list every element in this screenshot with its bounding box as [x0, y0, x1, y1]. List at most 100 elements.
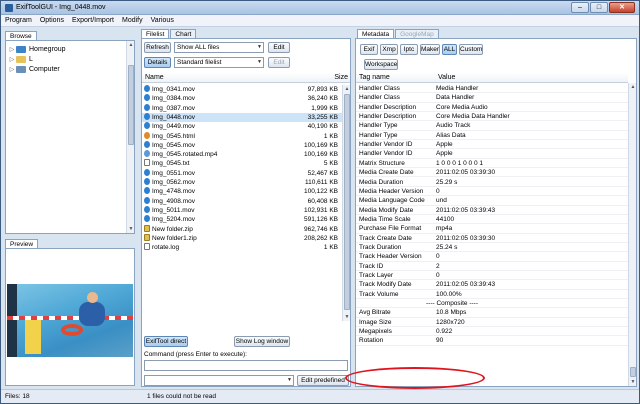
tree-item-computer[interactable]: ▷ Computer: [8, 64, 60, 74]
metadata-row[interactable]: Media Time Scale 44100: [356, 215, 628, 225]
metadata-row[interactable]: Handler Description Core Media Audio: [356, 103, 628, 113]
file-row[interactable]: Img_5011.mov 102,931 KB: [142, 205, 342, 215]
metadata-row[interactable]: Track Layer 0: [356, 271, 628, 281]
metadata-row[interactable]: Megapixels 0.922: [356, 327, 628, 337]
metadata-row[interactable]: Handler Class Media Handler: [356, 84, 628, 94]
metadata-row[interactable]: Handler Vendor ID Apple: [356, 140, 628, 150]
metadata-row[interactable]: Handler Description Core Media Data Handl…: [356, 112, 628, 122]
metadata-row[interactable]: Media Language Code und: [356, 196, 628, 206]
file-row[interactable]: Img_4908.mov 60,408 KB: [142, 196, 342, 206]
metadata-row[interactable]: Media Header Version 0: [356, 187, 628, 197]
filelist-scrollbar[interactable]: ▲ ▼: [342, 85, 350, 321]
metadata-iptc-button[interactable]: Iptc: [400, 44, 418, 55]
metadata-xmp-button[interactable]: Xmp: [380, 44, 398, 55]
file-row[interactable]: rotate.log 1 KB: [142, 243, 342, 252]
file-row[interactable]: Img_0545.mov 100,169 KB: [142, 140, 342, 150]
scroll-thumb[interactable]: [630, 367, 636, 377]
metadata-row[interactable]: Media Modify Date 2011:02:05 03:39:43: [356, 206, 628, 215]
expand-icon[interactable]: ▷: [8, 56, 16, 63]
metadata-scrollbar[interactable]: ▲ ▼: [628, 83, 636, 386]
metadata-row[interactable]: Track Create Date 2011:02:05 03:39:30: [356, 234, 628, 243]
scroll-up-icon[interactable]: ▲: [343, 85, 351, 93]
tree-item-homegroup[interactable]: ▷ Homegroup: [8, 44, 66, 54]
metadata-exif-button[interactable]: Exif: [360, 44, 378, 55]
scroll-down-icon[interactable]: ▼: [343, 313, 351, 321]
metadata-row[interactable]: Handler Type Alias Data: [356, 131, 628, 141]
file-row[interactable]: Img_0449.mov 40,190 KB: [142, 122, 342, 131]
menu-options[interactable]: Options: [36, 15, 68, 26]
close-button[interactable]: ✕: [609, 2, 635, 13]
scroll-down-icon[interactable]: ▼: [629, 378, 637, 386]
metadata-row[interactable]: Matrix Structure 1 0 0 0 1 0 0 0 1: [356, 159, 628, 169]
file-row[interactable]: Img_0545.txt 5 KB: [142, 159, 342, 168]
file-row[interactable]: Img_0551.mov 52,467 KB: [142, 168, 342, 178]
scroll-thumb[interactable]: [128, 65, 134, 145]
file-row[interactable]: Img_0387.mov 1,999 KB: [142, 103, 342, 113]
column-header-value[interactable]: Value: [436, 73, 628, 83]
workspace-button[interactable]: Workspace: [364, 59, 398, 70]
file-name: Img_0562.mov: [152, 179, 195, 186]
command-input[interactable]: [144, 360, 348, 371]
file-row[interactable]: Img_0448.mov 33,255 KB: [142, 112, 342, 123]
metadata-row[interactable]: Handler Type Audio Track: [356, 121, 628, 131]
metadata-row[interactable]: Handler Class Data Handler: [356, 93, 628, 103]
filter-edit-button[interactable]: Edit: [268, 42, 290, 53]
metadata-row[interactable]: Media Create Date 2011:02:05 03:39:30: [356, 168, 628, 178]
metadata-custom-button[interactable]: Custom: [459, 44, 483, 55]
menu-export-import[interactable]: Export/Import: [68, 15, 118, 26]
metadata-row[interactable]: Track ID 2: [356, 262, 628, 271]
metadata-all-button[interactable]: ALL: [442, 44, 457, 55]
details-button[interactable]: Details: [144, 57, 171, 68]
file-row[interactable]: Img_0545.rotated.mp4 100,169 KB: [142, 150, 342, 159]
file-row[interactable]: New folder.zip 962,746 KB: [142, 224, 342, 234]
metadata-row[interactable]: Purchase File Format mp4a: [356, 224, 628, 234]
view-edit-button[interactable]: Edit: [268, 57, 290, 68]
metadata-row[interactable]: Track Modify Date 2011:02:05 03:39:43: [356, 280, 628, 290]
file-row[interactable]: Img_4748.mov 100,122 KB: [142, 187, 342, 196]
file-row[interactable]: Img_0562.mov 110,611 KB: [142, 178, 342, 187]
exiftool-direct-button[interactable]: ExifTool direct: [144, 336, 188, 347]
metadata-row[interactable]: Media Duration 25.29 s: [356, 178, 628, 187]
tree-item-label: L: [29, 55, 33, 63]
filelist-view-select[interactable]: Standard filelist ▼: [174, 57, 264, 68]
metadata-row[interactable]: Track Duration 25.24 s: [356, 243, 628, 253]
file-count-status: Files: 18: [5, 393, 30, 400]
metadata-maker-button[interactable]: Maker: [420, 44, 440, 55]
title-bar[interactable]: ExifToolGUI - Img_0448.mov – □ ✕: [1, 1, 639, 15]
metadata-section-row[interactable]: ---- Composite ----: [356, 299, 628, 309]
file-row[interactable]: Img_5204.mov 591,126 KB: [142, 215, 342, 224]
file-row[interactable]: Img_0341.mov 97,893 KB: [142, 85, 342, 94]
metadata-row[interactable]: Avg Bitrate 10.8 Mbps: [356, 308, 628, 318]
menu-various[interactable]: Various: [147, 15, 178, 26]
edit-predefined-button[interactable]: Edit predefined: [297, 375, 349, 386]
file-size: 60,408 KB: [307, 197, 338, 205]
scroll-up-icon[interactable]: ▲: [629, 83, 637, 91]
scroll-down-icon[interactable]: ▼: [127, 225, 135, 233]
column-header-size[interactable]: Size: [312, 73, 350, 83]
column-header-tag[interactable]: Tag name: [356, 73, 436, 83]
refresh-button[interactable]: Refresh: [144, 42, 171, 53]
file-row[interactable]: New folder1.zip 208,262 KB: [142, 233, 342, 243]
predefined-command-select[interactable]: ▼: [144, 375, 294, 386]
column-header-name[interactable]: Name: [142, 73, 312, 83]
scroll-thumb[interactable]: [344, 94, 350, 310]
expand-icon[interactable]: ▷: [8, 46, 16, 53]
tag-value: 0: [436, 253, 440, 261]
minimize-button[interactable]: –: [571, 2, 589, 13]
metadata-row[interactable]: Track Header Version 0: [356, 252, 628, 262]
scroll-up-icon[interactable]: ▲: [127, 41, 135, 49]
metadata-row[interactable]: Handler Vendor ID Apple: [356, 149, 628, 159]
tree-item-user-folder[interactable]: ▷ L: [8, 54, 33, 64]
expand-icon[interactable]: ▷: [8, 66, 16, 73]
menu-program[interactable]: Program: [1, 15, 36, 26]
menu-modify[interactable]: Modify: [118, 15, 147, 26]
maximize-button[interactable]: □: [590, 2, 608, 13]
file-row[interactable]: Img_0545.html 1 KB: [142, 131, 342, 141]
show-log-window-button[interactable]: Show Log window: [234, 336, 290, 347]
browse-scrollbar[interactable]: ▲ ▼: [126, 41, 134, 233]
metadata-row[interactable]: Rotation 90: [356, 336, 628, 346]
metadata-row[interactable]: Image Size 1280x720: [356, 318, 628, 328]
metadata-row[interactable]: Track Volume 100.00%: [356, 290, 628, 300]
file-filter-select[interactable]: Show ALL files ▼: [174, 42, 264, 53]
file-row[interactable]: Img_0384.mov 36,240 KB: [142, 94, 342, 103]
